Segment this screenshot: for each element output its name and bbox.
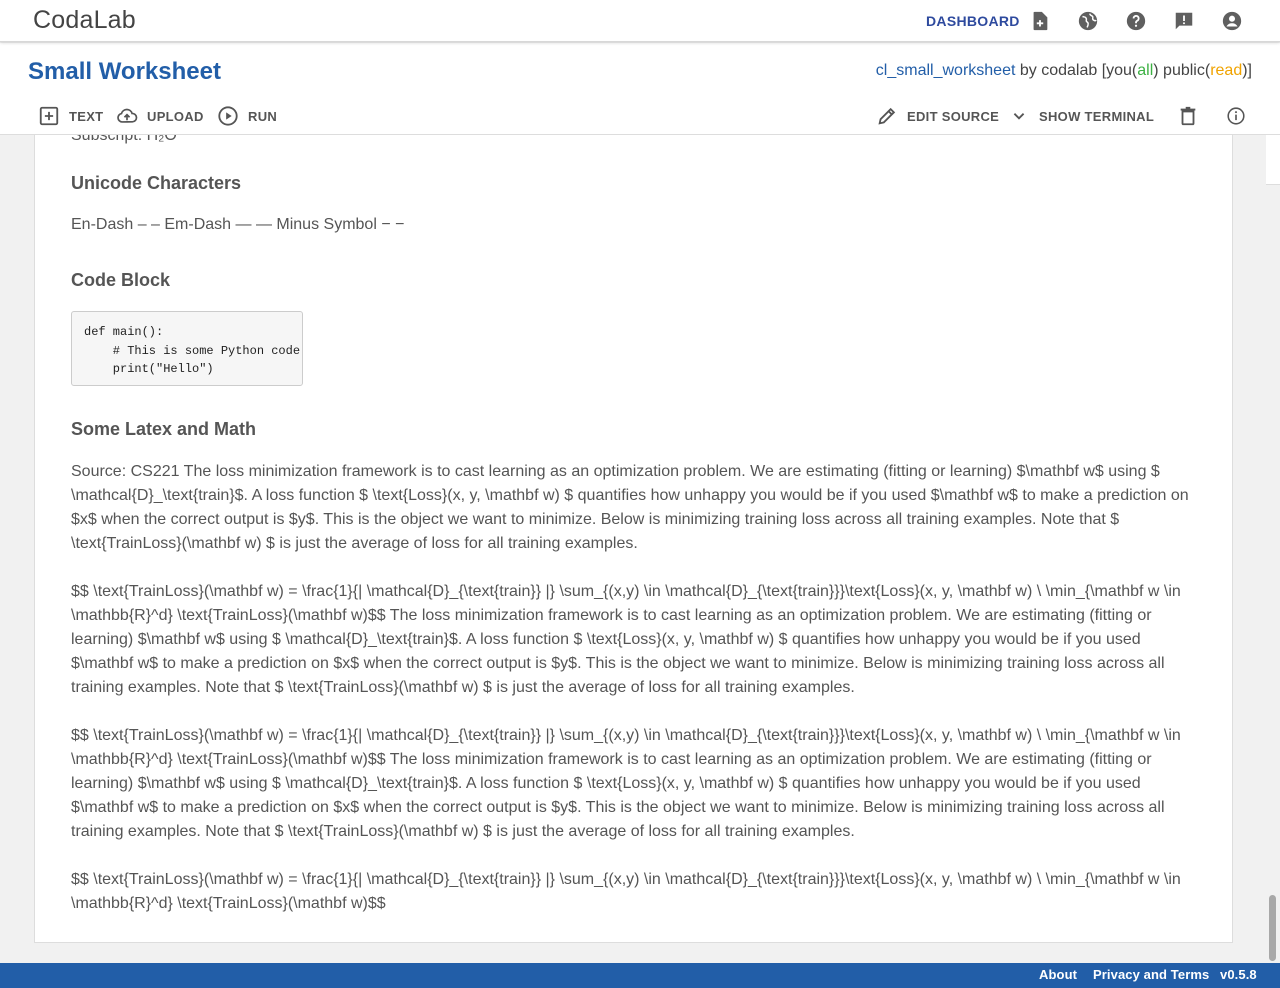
owner-text: by codalab [you( <box>1015 62 1138 79</box>
heading-latex-math: Some Latex and Math <box>71 419 257 439</box>
source-prefix: Source: <box>71 463 131 480</box>
help-icon[interactable] <box>1125 10 1147 32</box>
scrollbar-track[interactable] <box>1266 135 1280 963</box>
globe-icon[interactable] <box>1077 10 1099 32</box>
run-button[interactable]: RUN <box>217 105 277 127</box>
worksheet-name-link[interactable]: cl_small_worksheet <box>876 62 1016 79</box>
text-label: TEXT <box>69 108 104 124</box>
feedback-icon[interactable] <box>1173 10 1195 32</box>
trash-icon <box>1180 106 1196 126</box>
cs221-link[interactable]: CS221 <box>131 463 180 480</box>
cloud-upload-icon <box>117 108 138 123</box>
new-worksheet-icon[interactable] <box>1029 10 1051 32</box>
upload-button[interactable]: UPLOAD <box>116 105 204 127</box>
public-text: ) public( <box>1153 62 1211 79</box>
chevron-down-icon <box>1013 113 1025 120</box>
top-nav-bar: CodaLab DASHBOARD <box>0 0 1280 42</box>
dashboard-link[interactable]: DASHBOARD <box>926 13 1020 29</box>
footer-bar: About Privacy and Terms v0.5.8 <box>0 963 1280 988</box>
edit-source-label: EDIT SOURCE <box>907 108 1000 124</box>
upload-label: UPLOAD <box>147 108 204 124</box>
run-label: RUN <box>248 108 278 124</box>
delete-worksheet-button[interactable] <box>1177 105 1208 127</box>
latex-paragraph-3: $$ \text{TrainLoss}(\mathbf w) = \frac{1… <box>71 871 1181 912</box>
info-icon <box>1227 107 1245 125</box>
source-body: The loss minimization framework is to ca… <box>71 463 1189 552</box>
public-permission[interactable]: read <box>1210 62 1242 79</box>
heading-unicode-characters: Unicode Characters <box>71 173 242 193</box>
worksheet-title[interactable]: Small Worksheet <box>28 58 221 86</box>
code-block: def main(): # This is some Python code p… <box>71 311 303 386</box>
latex-paragraph-1: $$ \text{TrainLoss}(\mathbf w) = \frac{1… <box>71 583 1181 696</box>
pencil-icon <box>878 107 896 125</box>
you-permission[interactable]: all <box>1137 62 1153 79</box>
clipped-text-line: Subscript: H₂O <box>71 135 177 144</box>
worksheet-meta: cl_small_worksheet by codalab [you(all) … <box>876 62 1252 80</box>
show-terminal-button[interactable]: SHOW TERMINAL <box>1008 105 1154 127</box>
play-circle-icon <box>218 106 238 126</box>
worksheet-content[interactable]: Subscript: H₂O Unicode Characters En-Das… <box>34 135 1233 943</box>
codalab-logo[interactable]: CodaLab <box>33 6 136 35</box>
scrollbar-top <box>1266 135 1280 185</box>
show-terminal-label: SHOW TERMINAL <box>1039 108 1155 124</box>
code-text: def main(): # This is some Python code p… <box>84 325 301 376</box>
add-box-icon <box>39 106 59 126</box>
latex-paragraph-2: $$ \text{TrainLoss}(\mathbf w) = \frac{1… <box>71 727 1181 840</box>
heading-code-block: Code Block <box>71 270 171 290</box>
about-link[interactable]: About <box>1039 967 1077 982</box>
account-icon[interactable] <box>1221 10 1243 32</box>
privacy-terms-link[interactable]: Privacy and Terms <box>1093 967 1209 982</box>
meta-close: )] <box>1242 62 1252 79</box>
add-text-button[interactable]: TEXT <box>38 105 103 127</box>
unicode-text: En-Dash – – Em-Dash — — Minus Symbol − − <box>71 216 405 233</box>
info-button[interactable] <box>1225 105 1256 127</box>
version-label: v0.5.8 <box>1220 967 1257 982</box>
source-paragraph: Source: CS221 The loss minimization fram… <box>71 460 1195 556</box>
edit-source-button[interactable]: EDIT SOURCE <box>876 105 999 127</box>
worksheet-header: Small Worksheet cl_small_worksheet by co… <box>0 43 1280 135</box>
scrollbar-thumb[interactable] <box>1269 895 1276 961</box>
